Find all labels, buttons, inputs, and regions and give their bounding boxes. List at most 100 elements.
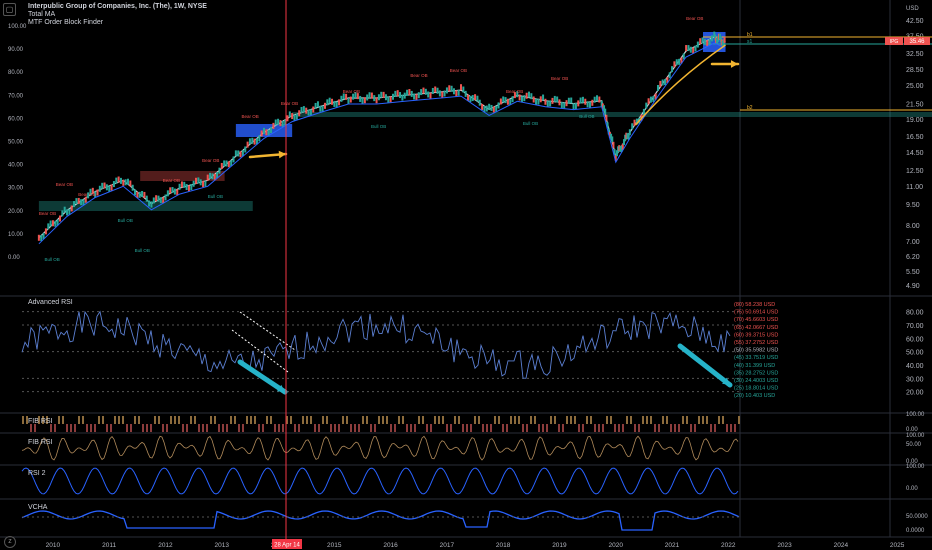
price-candle (368, 92, 371, 99)
price-candle (356, 93, 359, 100)
price-candle (157, 195, 160, 202)
price-candle (166, 190, 169, 197)
price-candle (525, 92, 528, 99)
indicator-total-ma[interactable]: Total MA (28, 11, 55, 18)
price-candle (321, 105, 324, 112)
price-candle (258, 135, 261, 142)
fib-rsi-bar (494, 416, 496, 424)
fib-rsi-bar (554, 416, 556, 424)
price-candle (281, 120, 284, 127)
price-candle (206, 174, 209, 181)
price-candle (565, 100, 568, 107)
price-candle (340, 95, 343, 102)
price-candle (403, 92, 406, 99)
price-tick-label: 11.00 (906, 184, 923, 191)
price-candle (394, 90, 397, 97)
settings-icon[interactable]: z (4, 536, 16, 548)
price-candle (272, 122, 275, 129)
price-candle (708, 38, 711, 45)
price-candle (110, 184, 113, 191)
price-candle (481, 103, 484, 110)
price-candle (528, 91, 531, 98)
price-candle (309, 109, 312, 116)
price-unit-label: USD (906, 6, 919, 12)
fib-rsi-bar (586, 416, 588, 424)
rsi-level-label: (25) 18.8014 USD (734, 386, 778, 392)
fib-rsi-bar (146, 424, 148, 432)
fib-rsi-bar (310, 416, 312, 424)
price-candle (467, 94, 470, 101)
price-candle (124, 179, 127, 186)
fib-rsi-bar (262, 424, 264, 432)
fib-rsi-bar (462, 424, 464, 432)
x-axis-year-label: 2021 (665, 542, 680, 549)
fib-rsi-bar (562, 424, 564, 432)
price-candle (279, 120, 282, 127)
price-candle (539, 96, 542, 103)
price-candle (164, 194, 167, 201)
symbol-info-icon[interactable]: ▢ (3, 3, 16, 16)
pane-tick-label: 50.0000 (906, 514, 928, 520)
fib-rsi-bar (638, 424, 640, 432)
price-candle (567, 97, 570, 104)
fib-rsi-bar (186, 424, 188, 432)
fib-rsi-bar (170, 416, 172, 424)
price-candle (520, 96, 523, 103)
fib-rsi-bar (618, 424, 620, 432)
total-ma-line (38, 42, 726, 245)
fib-rsi-bar (222, 424, 224, 432)
price-tick-label: 8.00 (906, 223, 920, 230)
price-candle (155, 195, 158, 202)
bull-ob-label: Bull OB (135, 248, 150, 253)
indicator-ob-finder[interactable]: MTF Order Block Finder (28, 19, 103, 26)
fib-rsi-bar (666, 416, 668, 424)
left-scale-tick: 60.00 (8, 116, 24, 122)
fib-rsi-bar (246, 416, 248, 424)
rsi-level-label: (40) 31.399 USD (734, 363, 775, 369)
fib-rsi-bar (250, 416, 252, 424)
fib-rsi-bar (370, 424, 372, 432)
fib-rsi-bar (466, 424, 468, 432)
pane-title-fib-rsi-2[interactable]: FIB RSI (28, 439, 53, 446)
fib-rsi-bar (274, 424, 276, 432)
price-candle (530, 93, 533, 100)
fib-rsi-bar (150, 424, 152, 432)
pane-title-advanced-rsi[interactable]: Advanced RSI (28, 299, 73, 306)
price-candle (410, 90, 413, 97)
fib-rsi-bar (706, 416, 708, 424)
fib-rsi-bar (366, 416, 368, 424)
bear-ob-label: Bear OB (551, 76, 568, 81)
fib-rsi-bar (682, 416, 684, 424)
price-candle (134, 189, 137, 196)
price-candle (593, 96, 596, 103)
price-candle (551, 97, 554, 104)
fib-rsi-bar (110, 424, 112, 432)
price-candle (457, 89, 460, 96)
price-candle (460, 84, 462, 91)
price-candle (234, 150, 237, 157)
fib-rsi-bar (390, 424, 392, 432)
price-candle (314, 102, 317, 109)
fib-rsi-bar (226, 424, 228, 432)
price-candle (633, 119, 636, 126)
price-candle (40, 235, 43, 242)
rsi-tick-label: 70.00 (906, 323, 924, 330)
pane-title-fib-rsi-1[interactable]: FIB RSI (28, 418, 53, 425)
left-scale-tick: 50.00 (8, 140, 24, 146)
price-candle (361, 97, 364, 104)
chart-canvas[interactable]: 42.5037.5032.5028.5025.0021.5019.0016.50… (0, 0, 932, 550)
fib-rsi-bar (526, 424, 528, 432)
fib-rsi-bar (298, 424, 300, 432)
price-candle (225, 160, 228, 167)
price-candle (373, 95, 376, 102)
fib-rsi-bar (106, 424, 108, 432)
pane-title-vcha[interactable]: VCHA (28, 504, 47, 511)
price-candle (84, 196, 87, 203)
price-candle (298, 110, 301, 117)
rsi-tick-label: 40.00 (906, 363, 924, 370)
x-axis-year-label: 2016 (383, 542, 398, 549)
pane-title-rsi-2[interactable]: RSI 2 (28, 470, 46, 477)
price-candle (492, 106, 495, 113)
price-candle (171, 187, 174, 194)
price-candle (293, 114, 296, 121)
